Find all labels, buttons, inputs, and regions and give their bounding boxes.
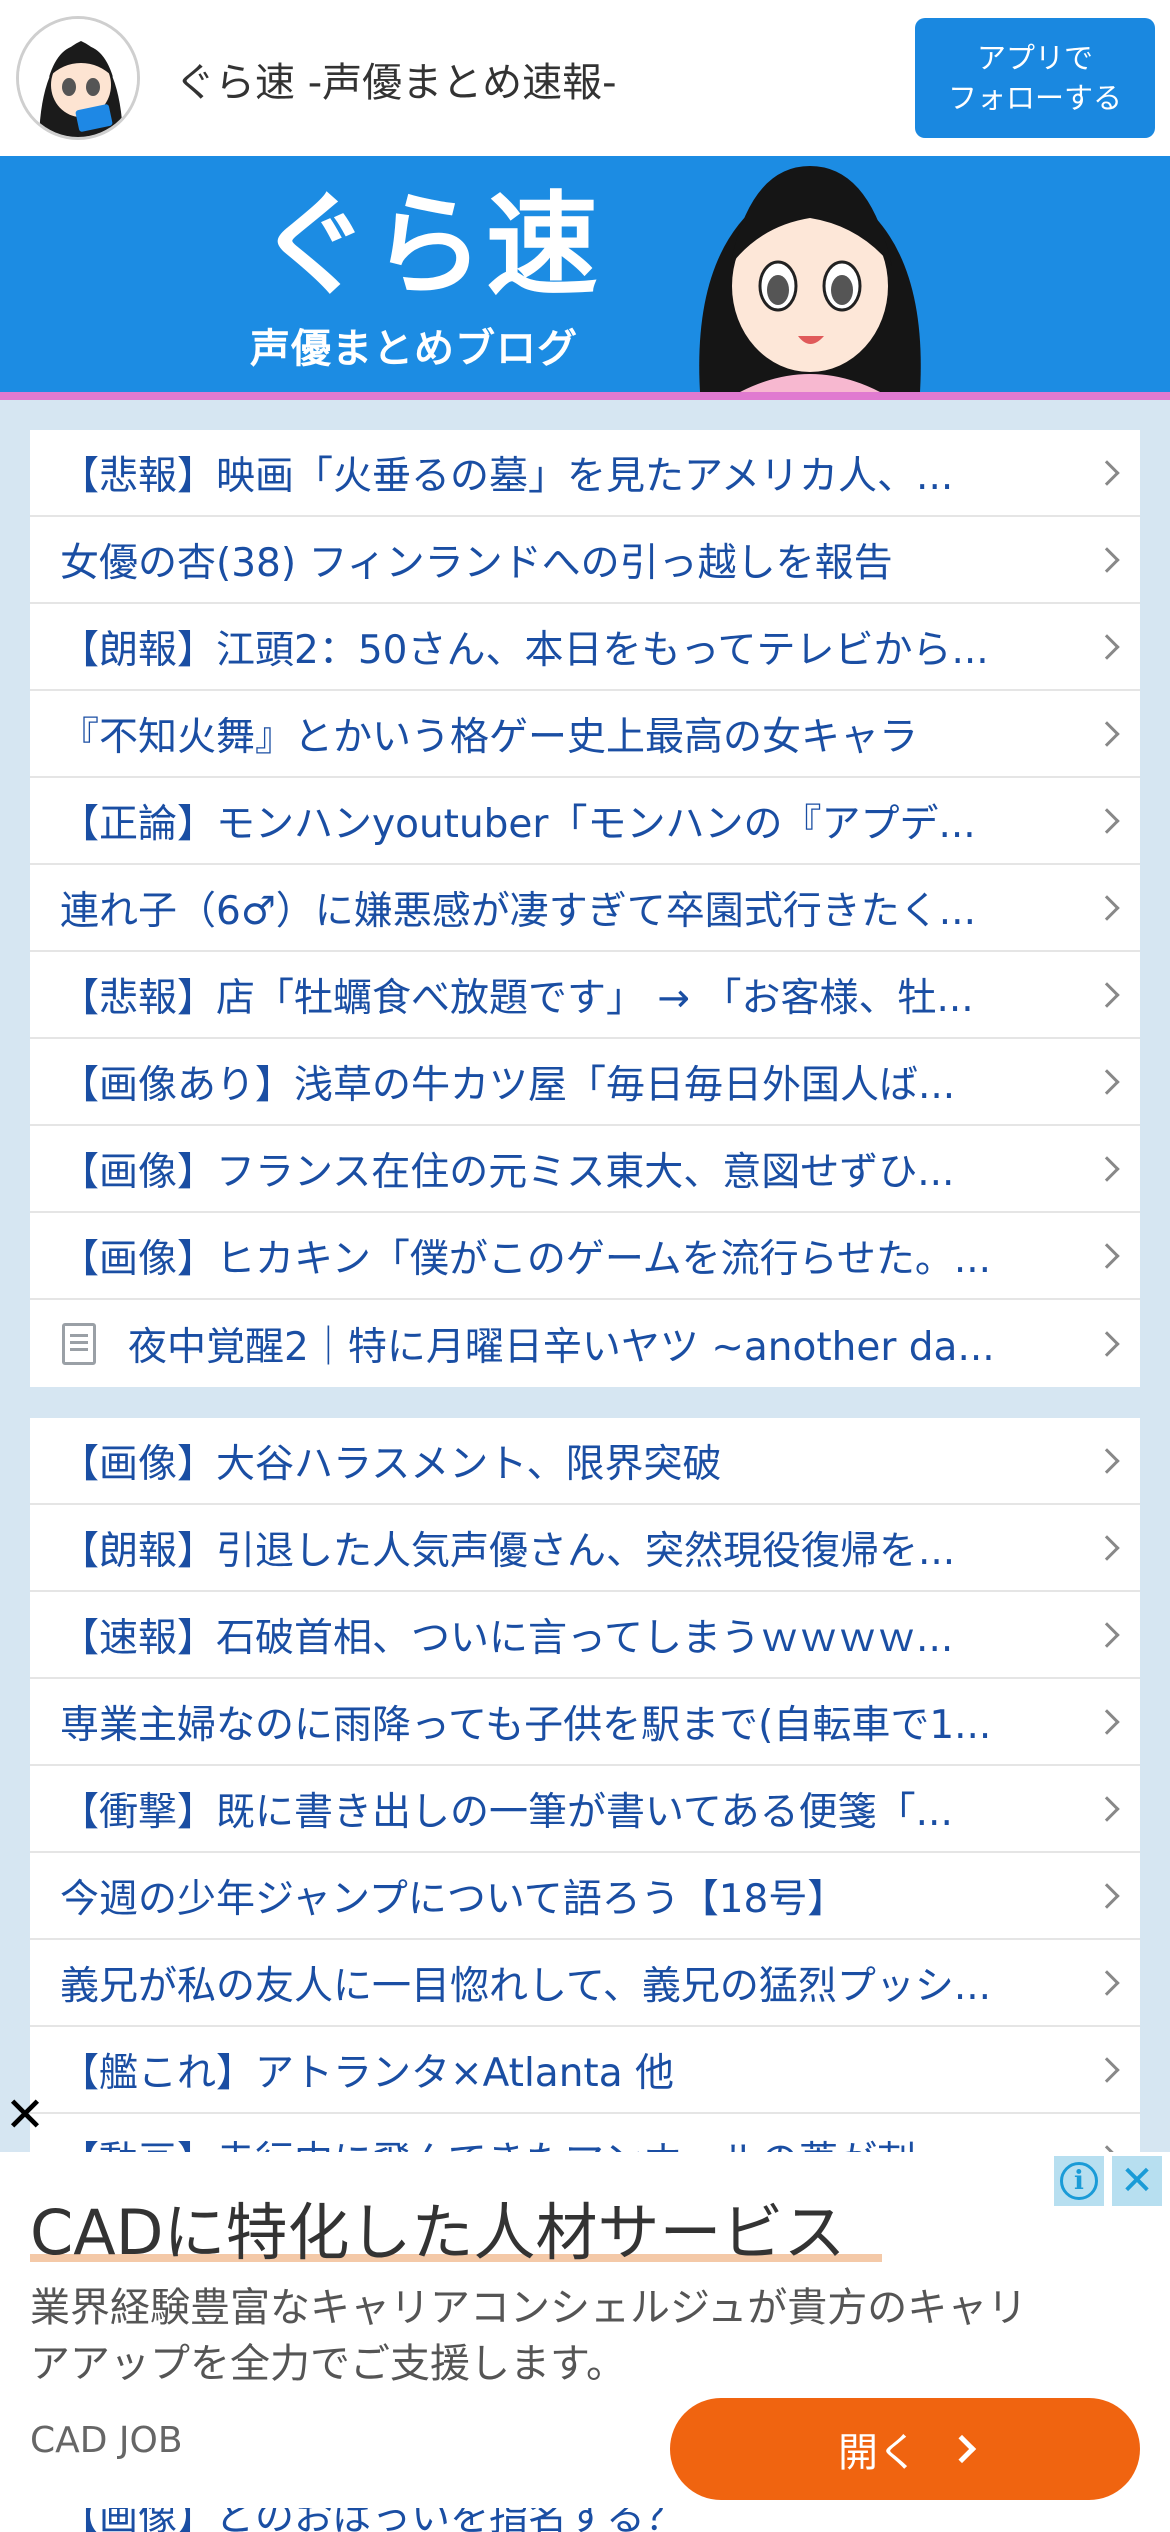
chevron-right-icon: [1094, 807, 1120, 834]
chevron-right-icon: [1094, 1068, 1120, 1095]
ad-open-label: 開く: [838, 2430, 918, 2476]
list-item[interactable]: 連れ子（6♂）に嫌悪感が凄すぎて卒園式行きたく...: [30, 865, 1140, 952]
chevron-right-icon: [1094, 1969, 1120, 1996]
banner-character-illustration: [699, 166, 921, 392]
banner-divider: [0, 392, 1170, 400]
list-item[interactable]: 夜中覚醒2｜特に月曜日辛いヤツ ~another da...: [30, 1300, 1140, 1387]
ad-info-button[interactable]: i: [1054, 2156, 1104, 2206]
list-item[interactable]: 今週の少年ジャンプについて語ろう【18号】: [30, 1853, 1140, 1940]
list-item-title: 女優の杏(38) フィンランドへの引っ越しを報告: [60, 540, 893, 586]
chevron-right-icon: [1094, 1882, 1120, 1909]
chevron-right-icon: [1094, 546, 1120, 573]
chevron-right-icon: [1094, 894, 1120, 921]
list-item-title: 【画像あり】浅草の牛カツ屋「毎日毎日外国人ば...: [60, 1062, 956, 1108]
top-header: ぐら速 -声優まとめ速報- アプリで フォローする: [0, 0, 1170, 156]
ad-close-button[interactable]: ✕: [1112, 2156, 1162, 2206]
list-item-title: 【画像】大谷ハラスメント、限界突破: [60, 1441, 722, 1487]
list-item[interactable]: 【艦これ】アトランタ×Atlanta 他: [30, 2027, 1140, 2114]
chevron-right-icon: [947, 2434, 977, 2464]
list-item-partial[interactable]: 【画像】どのおぱっいを指名する？: [30, 2508, 1140, 2532]
list-item-title: 【朗報】江頭2：50さん、本日をもってテレビから...: [60, 627, 989, 673]
article-list-secondary: 【画像】大谷ハラスメント、限界突破 【朗報】引退した人気声優さん、突然現役復帰を…: [30, 1418, 1140, 2201]
list-item[interactable]: 【悲報】映画「火垂るの墓」を見たアメリカ人、...: [30, 430, 1140, 517]
list-item[interactable]: 『不知火舞』とかいう格ゲー史上最高の女キャラ: [30, 691, 1140, 778]
list-item[interactable]: 義兄が私の友人に一目惚れして、義兄の猛烈プッシ...: [30, 1940, 1140, 2027]
follow-app-button[interactable]: アプリで フォローする: [915, 18, 1155, 138]
follow-button-label: アプリで フォローする: [947, 41, 1122, 115]
chevron-right-icon: [1094, 720, 1120, 747]
chevron-right-icon: [1094, 1621, 1120, 1648]
list-item-title: 専業主婦なのに雨降っても子供を駅まで(自転車で1...: [60, 1702, 992, 1748]
list-item[interactable]: 【画像あり】浅草の牛カツ屋「毎日毎日外国人ば...: [30, 1039, 1140, 1126]
list-item[interactable]: 【画像】大谷ハラスメント、限界突破: [30, 1418, 1140, 1505]
list-item-title: 【速報】石破首相、ついに言ってしまうｗｗｗｗ...: [60, 1615, 954, 1661]
list-item[interactable]: 【画像】フランス在住の元ミス東大、意図せずひ...: [30, 1126, 1140, 1213]
chevron-right-icon: [1094, 1534, 1120, 1561]
ad-body-text: 業界経験豊富なキャリアコンシェルジュが貴方のキャリアアップを全力でご支援します。: [30, 2285, 1028, 2387]
list-item-title: 【正論】モンハンyoutuber「モンハンの『アプデ...: [60, 801, 976, 847]
list-item-title: 夜中覚醒2｜特に月曜日辛いヤツ ~another da...: [128, 1324, 995, 1370]
chevron-right-icon: [1094, 633, 1120, 660]
list-item[interactable]: 【速報】石破首相、ついに言ってしまうｗｗｗｗ...: [30, 1592, 1140, 1679]
chevron-right-icon: [1094, 1447, 1120, 1474]
chevron-right-icon: [1094, 1795, 1120, 1822]
list-item-title: 【朗報】引退した人気声優さん、突然現役復帰を...: [60, 1528, 956, 1574]
list-item[interactable]: 【画像】ヒカキン「僕がこのゲームを流行らせた。...: [30, 1213, 1140, 1300]
list-item[interactable]: 【悲報】店「牡蠣食べ放題です」 → 「お客様、牡...: [30, 952, 1140, 1039]
article-list-primary: 【悲報】映画「火垂るの墓」を見たアメリカ人、... 女優の杏(38) フィンラン…: [30, 430, 1140, 1387]
ad-banner[interactable]: i ✕ CADに特化した人材サービス 業界経験豊富なキャリアコンシェルジュが貴方…: [0, 2152, 1170, 2532]
site-title[interactable]: ぐら速 -声優まとめ速報-: [175, 50, 617, 108]
info-icon: i: [1060, 2162, 1098, 2200]
ad-dismiss-icon[interactable]: ✕: [0, 2090, 50, 2140]
list-item-title: 【悲報】映画「火垂るの墓」を見たアメリカ人、...: [60, 453, 954, 499]
site-banner[interactable]: ぐら速 声優まとめブログ: [0, 156, 1170, 392]
list-item-title: 『不知火舞』とかいう格ゲー史上最高の女キャラ: [60, 714, 919, 760]
banner-logo: ぐら速: [258, 181, 600, 311]
chevron-right-icon: [1094, 1155, 1120, 1182]
chevron-right-icon: [1094, 459, 1120, 486]
list-item[interactable]: 【朗報】引退した人気声優さん、突然現役復帰を...: [30, 1505, 1140, 1592]
list-item-title: 【画像】どのおぱっいを指名する？: [60, 2508, 685, 2532]
chevron-right-icon: [1094, 2056, 1120, 2083]
document-icon: [62, 1322, 96, 1365]
list-item[interactable]: 【衝撃】既に書き出しの一筆が書いてある便箋「...: [30, 1766, 1140, 1853]
list-item-title: 【画像】フランス在住の元ミス東大、意図せずひ...: [60, 1149, 955, 1195]
ad-open-button[interactable]: 開く: [670, 2398, 1140, 2500]
list-item[interactable]: 専業主婦なのに雨降っても子供を駅まで(自転車で1...: [30, 1679, 1140, 1766]
list-item-title: 【悲報】店「牡蠣食べ放題です」 → 「お客様、牡...: [60, 975, 974, 1021]
avatar-illustration: [19, 19, 137, 137]
ad-brand: CAD JOB: [30, 2420, 183, 2461]
chevron-right-icon: [1094, 1242, 1120, 1269]
list-item-title: 今週の少年ジャンプについて語ろう【18号】: [60, 1876, 847, 1922]
list-item-title: 【画像】ヒカキン「僕がこのゲームを流行らせた。...: [60, 1236, 992, 1282]
list-item[interactable]: 【朗報】江頭2：50さん、本日をもってテレビから...: [30, 604, 1140, 691]
list-item[interactable]: 【正論】モンハンyoutuber「モンハンの『アプデ...: [30, 778, 1140, 865]
chevron-right-icon: [1094, 981, 1120, 1008]
list-item-title: 【艦これ】アトランタ×Atlanta 他: [60, 2050, 675, 2096]
site-avatar[interactable]: [16, 16, 140, 140]
chevron-right-icon: [1094, 1708, 1120, 1735]
chevron-right-icon: [1094, 1330, 1120, 1357]
list-item-title: 義兄が私の友人に一目惚れして、義兄の猛烈プッシ...: [60, 1963, 992, 2009]
list-item-title: 連れ子（6♂）に嫌悪感が凄すぎて卒園式行きたく...: [60, 888, 976, 934]
ad-headline: CADに特化した人材サービス: [30, 2196, 846, 2269]
banner-subtitle: 声優まとめブログ: [250, 326, 578, 372]
list-item-title: 【衝撃】既に書き出しの一筆が書いてある便箋「...: [60, 1789, 953, 1835]
list-item[interactable]: 女優の杏(38) フィンランドへの引っ越しを報告: [30, 517, 1140, 604]
